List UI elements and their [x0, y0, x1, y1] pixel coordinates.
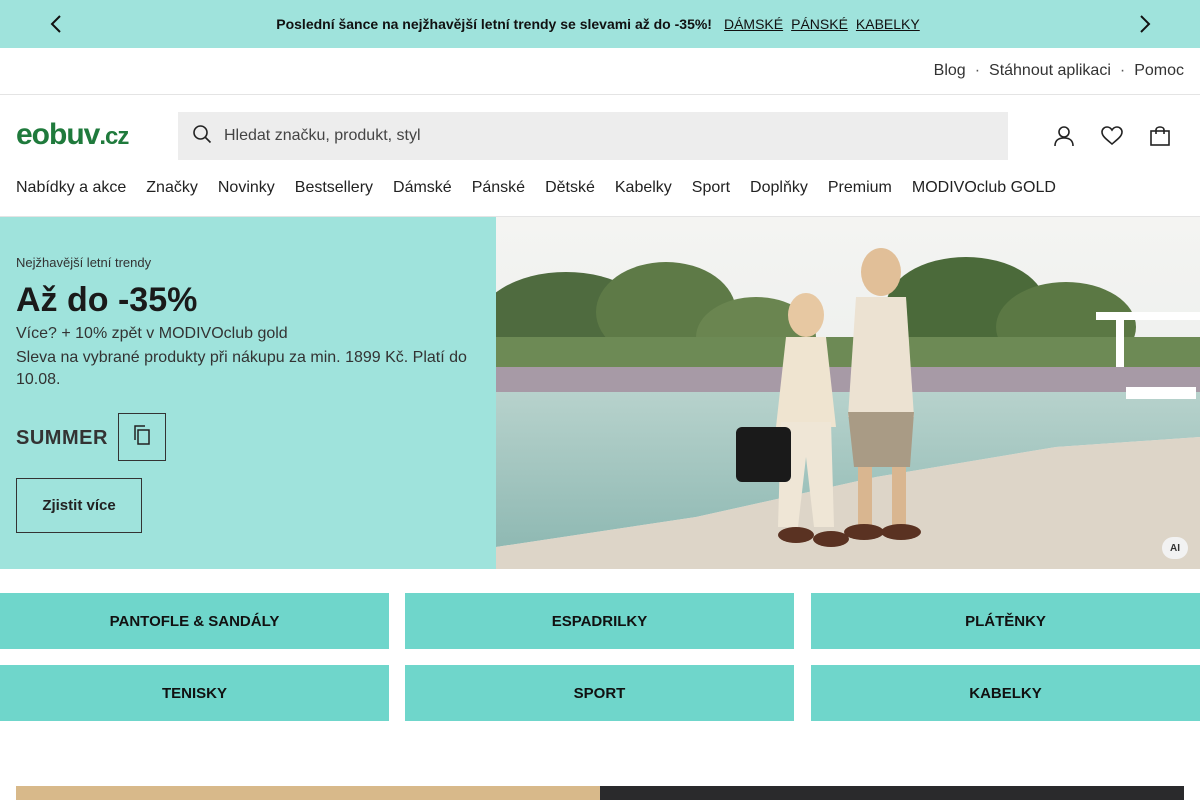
promo-link-kabelky[interactable]: KABELKY — [856, 16, 920, 32]
util-separator: · — [974, 62, 981, 79]
main-nav: Nabídky a akce Značky Novinky Bestseller… — [16, 176, 1056, 200]
category-tile-canvas[interactable]: PLÁTĚNKY — [811, 593, 1200, 649]
promo-link-damske[interactable]: DÁMSKÉ — [724, 16, 783, 32]
util-link-help[interactable]: Pomoc — [1134, 62, 1184, 80]
nav-item-bestsellers[interactable]: Bestsellery — [295, 176, 373, 200]
category-tile-sneakers[interactable]: TENISKY — [0, 665, 389, 721]
hero-headline: Až do -35% — [16, 281, 198, 319]
nav-item-modivoclub[interactable]: MODIVOclub GOLD — [912, 176, 1056, 200]
search-input[interactable] — [224, 127, 984, 145]
discount-code: SUMMER — [16, 427, 108, 449]
category-tile-sport[interactable]: SPORT — [405, 665, 794, 721]
logo-main: eobuv — [16, 118, 100, 151]
search-bar[interactable] — [178, 112, 1008, 160]
promo-banner-right[interactable] — [600, 786, 1184, 800]
copy-icon — [133, 424, 151, 450]
utility-bar: Blog · Stáhnout aplikaci · Pomoc — [0, 48, 1200, 95]
category-tile-espadrilles[interactable]: ESPADRILKY — [405, 593, 794, 649]
site-logo[interactable]: eobuv.cz — [16, 118, 129, 152]
wishlist-heart-icon[interactable] — [1100, 124, 1124, 148]
nav-item-bags[interactable]: Kabelky — [615, 176, 672, 200]
hero-kicker: Nejžhavější letní trendy — [16, 255, 152, 270]
category-tile-slippers[interactable]: PANTOFLE & SANDÁLY — [0, 593, 389, 649]
search-icon — [192, 124, 212, 149]
nav-item-kids[interactable]: Dětské — [545, 176, 595, 200]
user-account-icon[interactable] — [1052, 124, 1076, 148]
util-link-app[interactable]: Stáhnout aplikaci — [989, 62, 1111, 80]
nav-item-accessories[interactable]: Doplňky — [750, 176, 808, 200]
nav-item-men[interactable]: Pánské — [472, 176, 525, 200]
nav-item-new[interactable]: Novinky — [218, 176, 275, 200]
util-separator: · — [1119, 62, 1126, 79]
util-link-blog[interactable]: Blog — [934, 62, 966, 80]
promo-link-panske[interactable]: PÁNSKÉ — [791, 16, 848, 32]
hero-panel: Nejžhavější letní trendy Až do -35% Více… — [0, 217, 496, 569]
hero-subtitle: Více? + 10% zpět v MODIVOclub gold — [16, 325, 288, 342]
nav-item-brands[interactable]: Značky — [146, 176, 198, 200]
promo-bar: Poslední šance na nejžhavější letní tren… — [0, 0, 1200, 48]
nav-item-offers[interactable]: Nabídky a akce — [16, 176, 126, 200]
logo-tld: .cz — [99, 123, 129, 150]
category-tile-bags[interactable]: KABELKY — [811, 665, 1200, 721]
ai-badge: AI — [1162, 537, 1188, 559]
promo-message: Poslední šance na nejžhavější letní tren… — [276, 16, 712, 32]
nav-item-women[interactable]: Dámské — [393, 176, 452, 200]
header-icons — [1052, 124, 1172, 148]
learn-more-button[interactable]: Zjistit více — [16, 478, 142, 533]
promo-prev-arrow-icon[interactable] — [44, 12, 68, 36]
promo-banner-left[interactable] — [16, 786, 600, 800]
hero-image[interactable] — [496, 217, 1200, 569]
hero-conditions: Sleva na vybrané produkty při nákupu za … — [16, 349, 467, 388]
promo-next-arrow-icon[interactable] — [1133, 12, 1157, 36]
copy-code-button[interactable] — [118, 413, 166, 461]
shopping-bag-icon[interactable] — [1148, 124, 1172, 148]
nav-item-sport[interactable]: Sport — [692, 176, 730, 200]
nav-item-premium[interactable]: Premium — [828, 176, 892, 200]
